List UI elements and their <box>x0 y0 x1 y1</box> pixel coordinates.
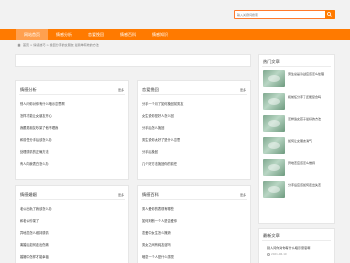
list-item[interactable]: 处理感情的正确方法 <box>20 146 124 158</box>
search-input[interactable] <box>237 11 322 18</box>
list-item[interactable]: 婚姻中怎样才能幸福 <box>20 251 124 263</box>
list-item[interactable]: 恋爱中女生怎么撒娇 <box>142 227 246 239</box>
hot-article-item[interactable]: 怎样追女孩子最好的方法 <box>263 115 333 133</box>
hot-article-item[interactable]: 如何让女朋友消气 <box>263 137 333 155</box>
list-item[interactable]: 暗恋一个人是什么感觉 <box>142 251 246 263</box>
more-link[interactable]: 更多 <box>240 88 246 92</box>
list-item[interactable]: 分手后挽回 <box>142 146 246 158</box>
breadcrumb: 首页 > 情感技巧 > 挽回分手的女朋友 最简单有效的方法 <box>17 42 99 48</box>
article-title[interactable]: 男生总是冷战应该怎么处理 <box>288 72 332 77</box>
divider <box>262 66 331 67</box>
article-thumbnail[interactable] <box>263 159 285 176</box>
list-item[interactable]: 别人问你对你有什么暗示意思啊 <box>20 98 124 110</box>
article-thumbnail[interactable] <box>263 70 285 87</box>
recent-articles-panel: 最新文章 别人问你对你有什么暗示意思啊 2021-06-19 <box>258 228 335 263</box>
card-emotion-analysis: 情感分析 更多 别人问你对你有什么暗示意思啊 怎样才能让女朋友开心 我跟男朋友吵… <box>15 80 129 180</box>
list-item[interactable]: 有人向我表白怎么办 <box>20 158 124 170</box>
list-item[interactable]: 怎样才能让女朋友开心 <box>20 110 124 122</box>
divider <box>262 240 331 241</box>
list-item[interactable]: 分手一个月了如何挽回前男友 <box>142 98 246 110</box>
divider <box>141 199 247 200</box>
recent-article-link[interactable]: 别人问你对你有什么暗示意思啊 <box>267 245 310 250</box>
article-title[interactable]: 如何让女朋友消气 <box>288 139 332 144</box>
list-item[interactable]: 和前任分手后该怎么办 <box>20 134 124 146</box>
list-item[interactable]: 男生说你太好了是什么意思 <box>142 134 246 146</box>
article-thumbnail[interactable] <box>263 181 285 198</box>
list-item[interactable]: 我跟男朋友吵架了他不理我 <box>20 122 124 134</box>
article-title[interactable]: 分手后应该如何走出失恋 <box>288 183 332 188</box>
divider <box>19 199 125 200</box>
nav-emotion-wiki[interactable]: 情感百科 <box>112 29 144 40</box>
hot-article-item[interactable]: 和前任分手了还能复合吗 <box>263 93 333 111</box>
nav-home[interactable]: 网站首页 <box>16 29 48 40</box>
list-item[interactable]: 分手后怎么挽回 <box>142 122 246 134</box>
home-icon <box>17 43 21 47</box>
nav-emotion-analysis[interactable]: 情感分析 <box>48 29 80 40</box>
card-title: 恋爱挽回 <box>142 87 159 92</box>
card-emotion-marriage: 情感婚姻 更多 老公出轨了我该怎么办 和老公吵架了 异地恋怎么维持感情 离婚后如… <box>15 185 129 263</box>
search-icon <box>327 12 332 17</box>
divider <box>141 94 247 95</box>
list-item[interactable]: 如何判断一个人是否爱你 <box>142 215 246 227</box>
card-emotion-wiki: 情感百科 更多 男人爱你的表现有哪些 如何判断一个人是否爱你 恋爱中女生怎么撒娇… <box>137 185 251 263</box>
list-item[interactable]: 几个好方法挽回你的前任 <box>142 158 246 170</box>
hot-article-item[interactable]: 异地恋应该怎么维持 <box>263 159 333 177</box>
article-thumbnail[interactable] <box>263 137 285 154</box>
list-item[interactable]: 老公出轨了我该怎么办 <box>20 203 124 215</box>
article-title[interactable]: 怎样追女孩子最好的方法 <box>288 117 332 122</box>
list-item[interactable]: 异地恋怎么维持感情 <box>20 227 124 239</box>
breadcrumb-text[interactable]: 首页 > 情感技巧 > 挽回分手的女朋友 最简单有效的方法 <box>23 43 99 47</box>
nav-emotion-knowledge[interactable]: 情感知识 <box>144 29 176 40</box>
list-item[interactable]: 男人爱你的表现有哪些 <box>142 203 246 215</box>
search-button[interactable] <box>325 10 335 19</box>
search-box[interactable] <box>234 10 335 19</box>
hot-article-item[interactable]: 分手后应该如何走出失恋 <box>263 181 333 199</box>
clock-icon <box>267 252 270 256</box>
top-banner <box>15 54 251 67</box>
list-item[interactable]: 离婚后如何走出伤痛 <box>20 239 124 251</box>
hot-articles-panel: 热门文章 男生总是冷战应该怎么处理 和前任分手了还能复合吗 怎样追女孩子最好的方… <box>258 54 335 224</box>
more-link[interactable]: 更多 <box>118 88 124 92</box>
article-title[interactable]: 异地恋应该怎么维持 <box>288 161 332 166</box>
card-title: 情感分析 <box>20 87 37 92</box>
panel-title: 最新文章 <box>263 233 280 238</box>
more-link[interactable]: 更多 <box>118 193 124 197</box>
panel-title: 热门文章 <box>263 59 280 64</box>
main-navbar: 网站首页 情感分析 恋爱挽回 情感百科 情感知识 <box>0 29 350 40</box>
article-thumbnail[interactable] <box>263 93 285 110</box>
list-item[interactable]: 男女之间有纯友谊吗 <box>142 239 246 251</box>
list-item[interactable]: 和老公吵架了 <box>20 215 124 227</box>
card-title: 情感百科 <box>142 192 159 197</box>
article-date: 2021-06-19 <box>267 252 287 256</box>
card-love-recovery: 恋爱挽回 更多 分手一个月了如何挽回前男友 女生说你是好人怎么回 分手后怎么挽回… <box>137 80 251 180</box>
article-title[interactable]: 和前任分手了还能复合吗 <box>288 95 332 100</box>
list-item[interactable]: 女生说你是好人怎么回 <box>142 110 246 122</box>
nav-love-recovery[interactable]: 恋爱挽回 <box>80 29 112 40</box>
article-thumbnail[interactable] <box>263 115 285 132</box>
more-link[interactable]: 更多 <box>240 193 246 197</box>
divider <box>19 94 125 95</box>
card-title: 情感婚姻 <box>20 192 37 197</box>
hot-article-item[interactable]: 男生总是冷战应该怎么处理 <box>263 70 333 88</box>
